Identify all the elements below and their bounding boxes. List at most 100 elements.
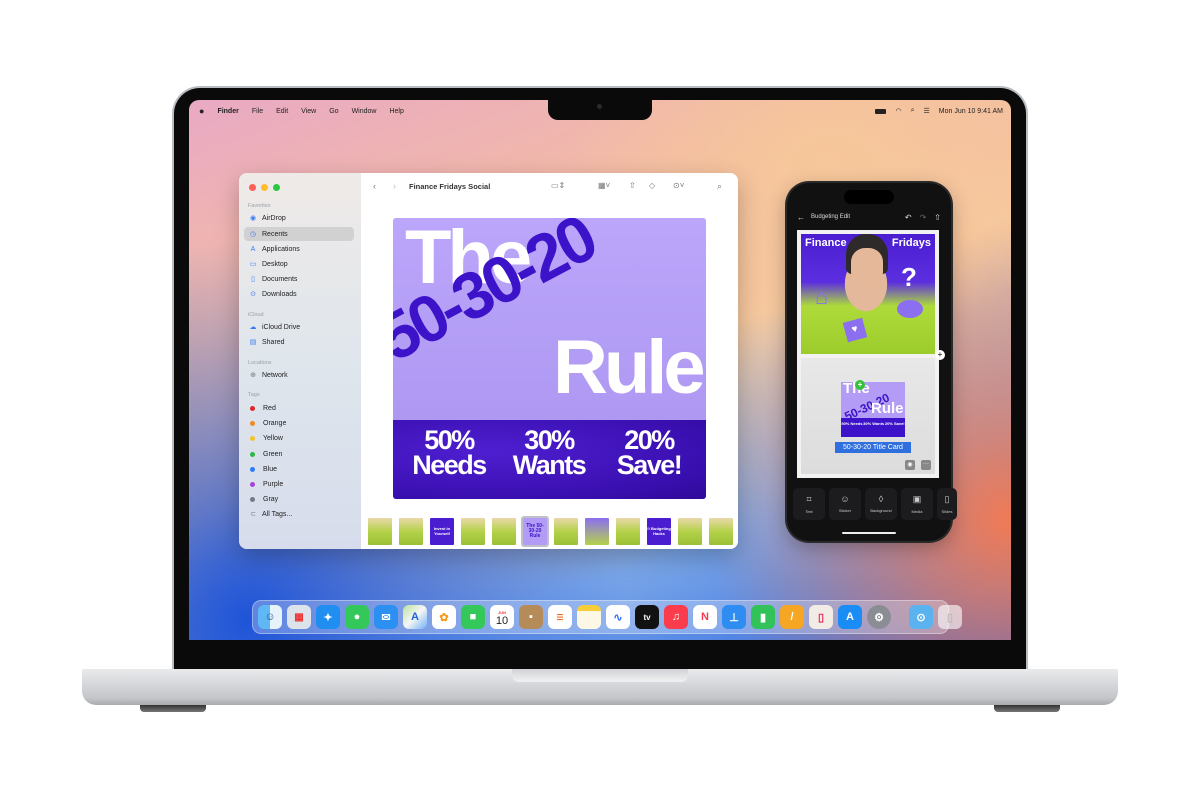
tool-text[interactable]: ⌗ Text	[793, 488, 825, 520]
add-slide-icon[interactable]: +	[935, 350, 945, 360]
sidebar-item-airdrop[interactable]: ◉ AirDrop	[244, 211, 354, 225]
sidebar-tag-blue[interactable]: Blue	[244, 462, 354, 476]
tool-background[interactable]: ◊ Background	[865, 488, 897, 520]
thumbnail[interactable]: Invest in Yourself	[430, 517, 454, 545]
thumbnail[interactable]	[554, 517, 578, 545]
menu-go[interactable]: Go	[329, 108, 338, 115]
dock-facetime[interactable]: ■	[461, 605, 485, 629]
dock-trash[interactable]: ▯	[938, 605, 962, 629]
thumbnail-selected[interactable]: The 50-30-20 Rule	[521, 515, 549, 547]
sidebar-item-network[interactable]: ⊕ Network	[244, 368, 354, 382]
battery-icon[interactable]	[875, 108, 887, 114]
dock-pages[interactable]: /	[780, 605, 804, 629]
dock-iphone-mirroring[interactable]: ▯	[809, 605, 833, 629]
sidebar-tag-orange[interactable]: Orange	[244, 416, 354, 430]
clock[interactable]: Mon Jun 10 9:41 AM	[939, 108, 1003, 115]
dock-keynote[interactable]: ⊥	[722, 605, 746, 629]
add-green-icon[interactable]: +	[855, 380, 865, 390]
menu-file[interactable]: File	[252, 108, 263, 115]
dock-reminders[interactable]: ☰	[548, 605, 572, 629]
share-icon[interactable]: ⇧	[934, 213, 941, 222]
dock-calendar[interactable]: JUN 10	[490, 605, 514, 629]
dock-contacts[interactable]: ▪	[519, 605, 543, 629]
control-center-icon[interactable]: ☰	[924, 107, 930, 115]
menu-window[interactable]: Window	[352, 108, 377, 115]
sidebar-all-tags[interactable]: ⊂ All Tags...	[244, 507, 354, 521]
globe-icon: ⊕	[250, 372, 256, 379]
sidebar-item-recents[interactable]: ◷ Recents	[244, 227, 354, 241]
menu-help[interactable]: Help	[389, 108, 403, 115]
menu-finder[interactable]: Finder	[217, 108, 238, 115]
dock-freeform[interactable]: ∿	[606, 605, 630, 629]
minimize-button[interactable]	[261, 184, 268, 191]
dock-news[interactable]: N	[693, 605, 717, 629]
dock-notes[interactable]	[577, 605, 601, 629]
more-icon[interactable]: ···	[921, 460, 931, 470]
search-icon[interactable]: ⌕	[911, 107, 915, 115]
back-button[interactable]: ‹	[373, 181, 376, 191]
sidebar-tag-yellow[interactable]: Yellow	[244, 431, 354, 445]
dock-maps[interactable]: A	[403, 605, 427, 629]
desktop: ● Finder File Edit View Go Window Help ◠…	[189, 100, 1011, 640]
dock-numbers[interactable]: ▮	[751, 605, 775, 629]
title-card-slide[interactable]: The 50-30-20 Rule 50% Needs 30% Wants 20…	[801, 358, 935, 474]
apple-menu-icon[interactable]: ●	[199, 106, 204, 116]
dock-launchpad[interactable]: ▦	[287, 605, 311, 629]
sidebar-tag-green[interactable]: Green	[244, 447, 354, 461]
thumbnail[interactable]	[678, 517, 702, 545]
tool-slides[interactable]: ▯ Slides	[937, 488, 957, 520]
menu-edit[interactable]: Edit	[276, 108, 288, 115]
sidebar-tag-gray[interactable]: Gray	[244, 492, 354, 506]
sidebar-item-documents[interactable]: ▯ Documents	[244, 272, 354, 286]
thumbnail[interactable]	[461, 517, 485, 545]
back-arrow-icon[interactable]: ←	[797, 213, 805, 222]
dock-app-store[interactable]: A	[838, 605, 862, 629]
undo-icon[interactable]: ↶	[905, 213, 912, 222]
mini-poster[interactable]: The 50-30-20 Rule 50% Needs 30% Wants 20…	[841, 382, 905, 437]
sidebar-item-applications[interactable]: A Applications	[244, 242, 354, 256]
sidebar-item-desktop[interactable]: ▭ Desktop	[244, 257, 354, 271]
share-icon[interactable]: ⇧	[629, 181, 636, 190]
slide-canvas[interactable]: Finance Fridays ⌂ ? ♥ + The 50-30-20 Rul…	[797, 230, 945, 478]
dock-downloads-folder[interactable]: ⊙	[909, 605, 933, 629]
dock-mail[interactable]: ✉	[374, 605, 398, 629]
menu-view[interactable]: View	[301, 108, 316, 115]
dock-messages[interactable]: ●	[345, 605, 369, 629]
wifi-icon[interactable]: ◠	[895, 107, 901, 115]
view-mode-button[interactable]: ▭⇕	[551, 181, 565, 190]
thumbnail[interactable]	[709, 517, 733, 545]
preview-image-50-30-20-rule[interactable]: The Rule 50-30-20 50% Needs 30% Wants 20% S…	[393, 218, 706, 499]
sidebar-tag-purple[interactable]: Purple	[244, 477, 354, 491]
search-icon[interactable]: ⌕	[717, 181, 722, 192]
tool-media[interactable]: ▣ Media	[901, 488, 933, 520]
more-actions-button[interactable]: ⊙˅	[673, 181, 684, 190]
tag-icon[interactable]: ◇	[649, 181, 655, 190]
dock-finder[interactable]: ☺	[258, 605, 282, 629]
tool-sticker[interactable]: ☺ Sticker	[829, 488, 861, 520]
zoom-button[interactable]	[273, 184, 280, 191]
sidebar-item-icloud-drive[interactable]: ☁ iCloud Drive	[244, 320, 354, 334]
thumbnail[interactable]	[492, 517, 516, 545]
document-title: Budgeting Edit	[811, 214, 851, 220]
visibility-icon[interactable]: ◉	[905, 460, 915, 470]
thumbnail[interactable]	[399, 517, 423, 545]
dock-photos[interactable]: ✿	[432, 605, 456, 629]
sidebar-item-downloads[interactable]: ⊙ Downloads	[244, 287, 354, 301]
dock-music[interactable]: ♫	[664, 605, 688, 629]
group-button[interactable]: ▦˅	[598, 181, 610, 190]
dock-system-settings[interactable]: ⚙	[867, 605, 891, 629]
iphone-icon: ▯	[817, 611, 825, 624]
forward-button[interactable]: ›	[393, 181, 396, 191]
thumbnail[interactable]	[368, 517, 392, 545]
dock-tv[interactable]: tv	[635, 605, 659, 629]
redo-icon[interactable]: ↷	[920, 213, 927, 222]
close-button[interactable]	[249, 184, 256, 191]
thumbnail[interactable]	[616, 517, 640, 545]
sidebar-item-shared[interactable]: ▤ Shared	[244, 335, 354, 349]
sidebar-tag-red[interactable]: Red	[244, 401, 354, 415]
slide-photo[interactable]: Finance Fridays ⌂ ? ♥	[801, 234, 935, 354]
thumbnail[interactable]	[585, 517, 609, 545]
caption-label[interactable]: 50-30-20 Title Card	[835, 442, 911, 453]
thumbnail[interactable]: !! Budgeting Hacks	[647, 517, 671, 545]
dock-safari[interactable]: ✦	[316, 605, 340, 629]
